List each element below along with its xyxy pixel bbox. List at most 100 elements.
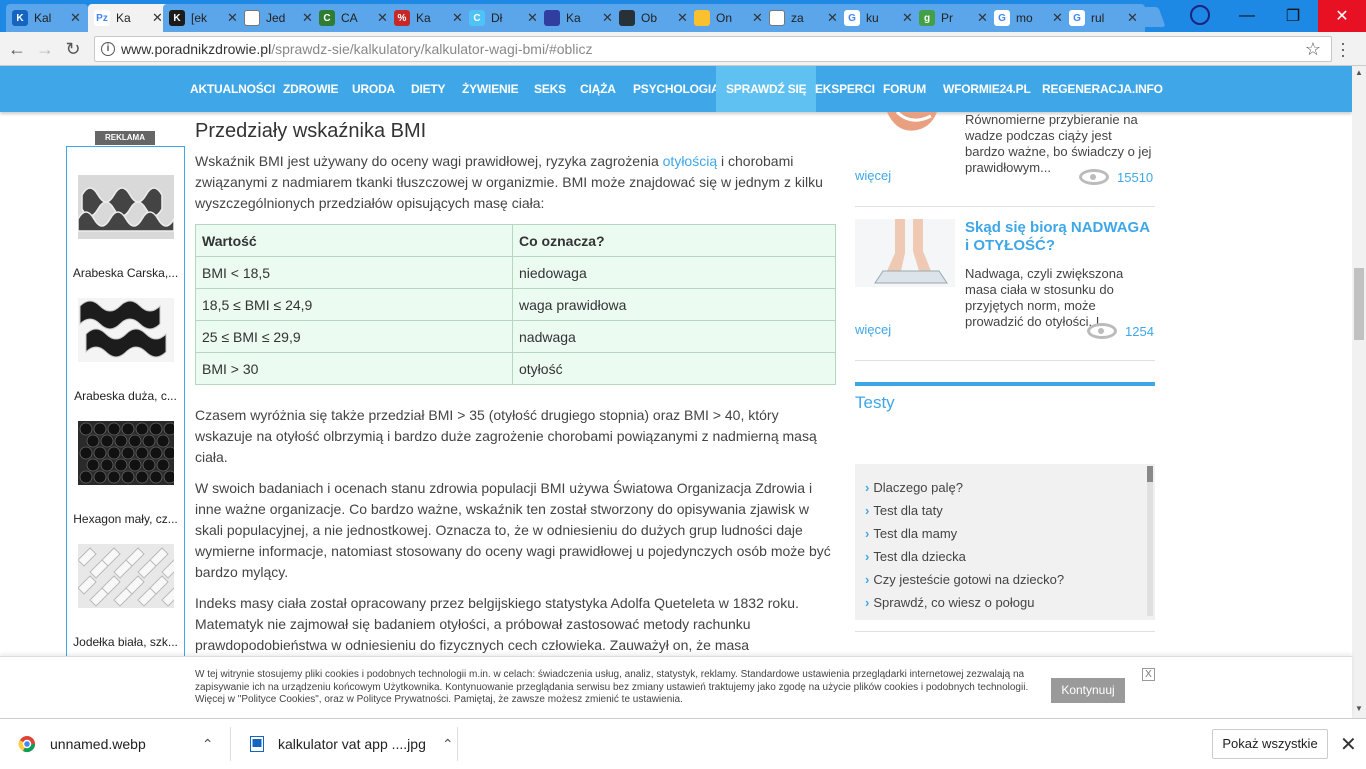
table-row: BMI < 18,5 niedowaga — [195, 256, 836, 289]
test-link[interactable]: › Dlaczego palę? — [855, 476, 1155, 499]
test-link[interactable]: › Test dla mamy — [855, 522, 1155, 545]
browser-tab[interactable]: za ✕ — [763, 4, 845, 32]
divider — [855, 206, 1155, 207]
ad-item[interactable]: Arabeska Carska,... — [67, 175, 184, 280]
test-label: Test dla mamy — [873, 526, 958, 541]
browser-tab[interactable]: Gmo ✕ — [988, 4, 1070, 32]
tile-arabesque-black-image — [77, 298, 174, 362]
table-cell: otyłość — [512, 352, 836, 385]
browser-tab[interactable]: On ✕ — [688, 4, 770, 32]
ad-item[interactable]: Arabeska duża, c... — [67, 298, 184, 403]
chevron-up-icon[interactable]: ⌃ — [202, 736, 214, 753]
address-bar[interactable]: i www.poradnikzdrowie.pl/sprawdz-sie/kal… — [94, 36, 1332, 62]
scroll-up-arrow-icon[interactable]: ▲ — [1355, 68, 1363, 77]
tab-close-icon[interactable]: ✕ — [70, 10, 84, 26]
card-title-link[interactable]: Skąd się biorą NADWAGA i OTYŁOŚĆ? — [965, 219, 1155, 255]
browser-tab[interactable]: Pz Ka ✕ — [88, 4, 170, 32]
test-link[interactable]: › Test dla taty — [855, 499, 1155, 522]
pregnancy-thumbnail-image[interactable] — [883, 112, 939, 132]
reload-button[interactable]: ↻ — [62, 38, 84, 60]
ad-item[interactable]: Jodełka biała, szk... — [67, 544, 184, 649]
download-item[interactable]: kalkulator vat app ....jpg ⌃ — [250, 719, 454, 769]
more-link[interactable]: więcej — [855, 322, 891, 337]
tab-favicon-icon: g — [919, 10, 935, 26]
browser-tab[interactable]: Gku ✕ — [838, 4, 920, 32]
nav-item[interactable]: CIĄŻA — [570, 66, 626, 112]
bookmark-star-icon[interactable]: ☆ — [1305, 37, 1321, 61]
nav-item[interactable]: SEKS — [524, 66, 576, 112]
tab-title: Ka — [416, 11, 431, 25]
divider — [457, 727, 458, 761]
browser-tab[interactable]: C CA ✕ — [313, 4, 395, 32]
chevron-up-icon[interactable]: ⌃ — [442, 736, 454, 753]
divider — [230, 727, 231, 761]
tab-favicon-icon: G — [994, 10, 1010, 26]
nav-item[interactable]: ZDROWIE — [273, 66, 348, 112]
cookie-close-button[interactable]: X — [1142, 668, 1155, 681]
ad-caption: Jodełka biała, szk... — [73, 635, 178, 649]
nav-item[interactable]: REGENERACJA.INFO — [1032, 66, 1173, 112]
section-heading: Przedziały wskaźnika BMI — [195, 120, 427, 142]
nav-item[interactable]: SPRAWDŹ SIĘ — [716, 66, 817, 112]
nav-item[interactable]: FORUM — [873, 66, 936, 112]
nav-item[interactable]: PSYCHOLOGIA — [623, 66, 729, 112]
table-header-row: Wartość Co oznacza? — [195, 224, 836, 257]
back-button[interactable]: ← — [6, 38, 28, 60]
browser-tab[interactable]: Grul ✕ — [1063, 4, 1145, 32]
chevron-right-icon: › — [865, 526, 870, 541]
tests-scrollbar[interactable] — [1147, 466, 1153, 616]
browser-tab[interactable]: Ka ✕ — [538, 4, 620, 32]
url-path: /sprawdz-sie/kalkulatory/kalkulator-wagi… — [271, 41, 593, 57]
tab-title: CA — [341, 11, 358, 25]
ad-item[interactable]: Hexagon mały, cz... — [67, 421, 184, 526]
scroll-down-arrow-icon[interactable]: ▼ — [1355, 704, 1363, 713]
window-close-button[interactable]: ✕ — [1318, 0, 1366, 32]
close-icon[interactable]: ✕ — [1340, 732, 1357, 757]
card-snippet: Równomierne przybieranie na wadze podcza… — [965, 112, 1155, 176]
nav-item[interactable]: ŻYWIENIE — [452, 66, 528, 112]
download-item[interactable]: unnamed.webp ⌃ — [18, 719, 213, 769]
download-filename: kalkulator vat app ....jpg — [278, 736, 426, 752]
tab-favicon-icon: % — [394, 10, 410, 26]
tab-close-icon[interactable]: ✕ — [1127, 10, 1141, 26]
test-link[interactable]: › Czy jesteście gotowi na dziecko? — [855, 568, 1155, 591]
browser-tab[interactable]: Ob ✕ — [613, 4, 695, 32]
continue-button[interactable]: Kontynuuj — [1051, 678, 1125, 703]
intro-text: Wskaźnik BMI jest używany do oceny wagi … — [195, 153, 663, 169]
browser-menu-icon[interactable]: · · · — [1340, 34, 1346, 64]
profile-icon[interactable] — [1190, 5, 1210, 25]
obesity-link[interactable]: otyłością — [663, 153, 717, 169]
browser-tab[interactable]: g Pr ✕ — [913, 4, 995, 32]
table-cell: 25 ≤ BMI ≤ 29,9 — [195, 320, 513, 353]
test-link[interactable]: › Test dla dziecka — [855, 545, 1155, 568]
nav-item[interactable]: URODA — [342, 66, 405, 112]
nav-item[interactable]: WFORMIE24.PL — [933, 66, 1041, 112]
minimize-button[interactable]: — — [1224, 0, 1270, 32]
vertical-scrollbar[interactable]: ▲ ▼ — [1352, 66, 1366, 718]
browser-tab[interactable]: % Ka ✕ — [388, 4, 470, 32]
forward-button[interactable]: → — [34, 38, 56, 60]
restore-button[interactable]: ❐ — [1270, 0, 1316, 32]
browser-tab[interactable]: C Dł ✕ — [463, 4, 545, 32]
info-icon[interactable]: i — [101, 42, 115, 56]
show-all-button[interactable]: Pokaż wszystkie — [1212, 729, 1328, 759]
browser-tab[interactable]: K Kal ✕ — [6, 4, 88, 32]
chevron-right-icon: › — [865, 549, 870, 564]
tests-scrollbar-thumb[interactable] — [1147, 466, 1153, 482]
views-counter: 15510 — [1079, 169, 1153, 185]
test-label: Czy jesteście gotowi na dziecko? — [873, 572, 1065, 587]
nav-item[interactable]: AKTUALNOŚCI — [180, 66, 285, 112]
scrollbar-thumb[interactable] — [1354, 268, 1364, 340]
scale-thumbnail-image[interactable] — [855, 219, 955, 287]
test-label: Test dla dziecka — [873, 549, 966, 564]
chevron-right-icon: › — [865, 503, 870, 518]
more-link[interactable]: więcej — [855, 168, 891, 183]
tests-list: › Dlaczego palę? › Test dla taty › Test dla m… — [855, 464, 1155, 620]
cookie-banner: W tej witrynie stosujemy pliki cookies i… — [0, 656, 1352, 718]
tile-herringbone-image — [76, 544, 181, 608]
browser-tab[interactable]: K [ek ✕ — [163, 4, 245, 32]
tab-title: Ob — [641, 11, 658, 25]
test-link[interactable]: › Sprawdź, co wiesz o połogu — [855, 591, 1155, 614]
browser-tab[interactable]: Jed ✕ — [238, 4, 320, 32]
nav-item[interactable]: DIETY — [401, 66, 455, 112]
